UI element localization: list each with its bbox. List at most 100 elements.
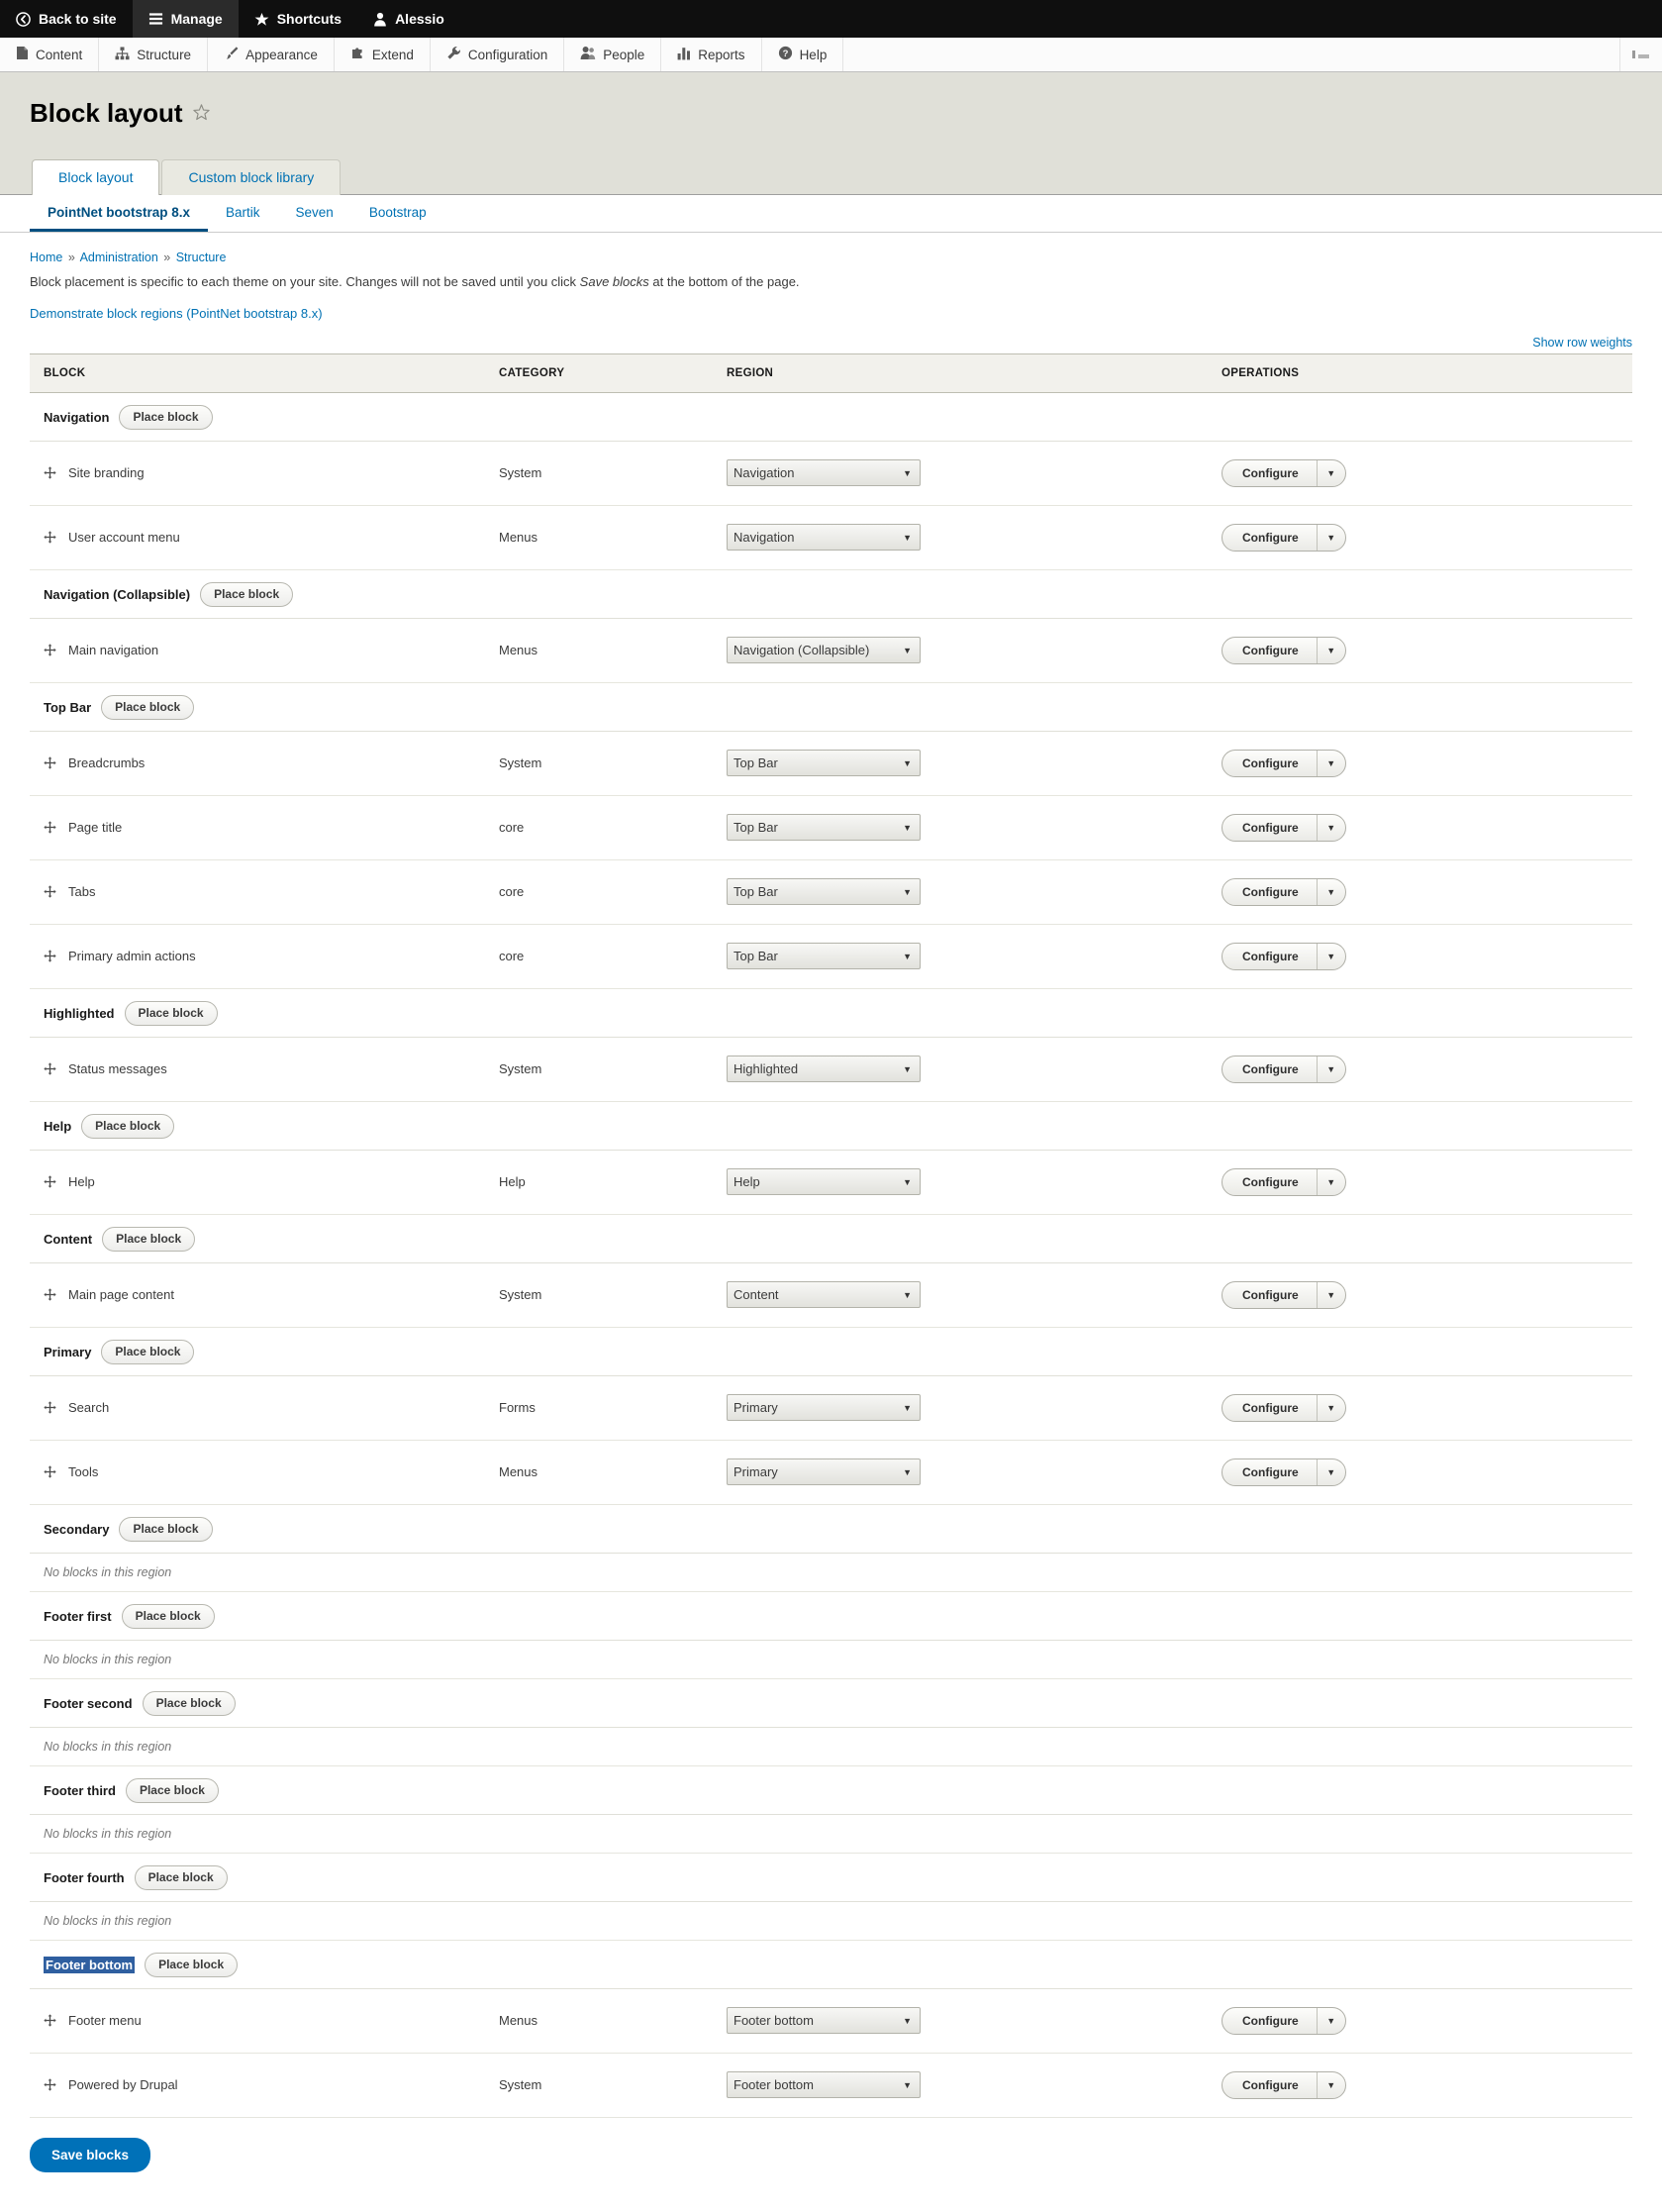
place-block-button[interactable]: Place block	[119, 404, 213, 430]
configure-button[interactable]: Configure	[1222, 2072, 1317, 2098]
chevron-down-icon[interactable]: ▼	[1316, 1458, 1345, 1485]
chevron-down-icon[interactable]: ▼	[1316, 524, 1345, 551]
chevron-down-icon[interactable]: ▼	[1316, 637, 1345, 663]
place-block-button[interactable]: Place block	[134, 1864, 228, 1890]
chevron-down-icon[interactable]: ▼	[1316, 2007, 1345, 2034]
show-row-weights-link[interactable]: Show row weights	[1532, 336, 1632, 350]
toolbar-tab-shortcuts[interactable]: Shortcuts	[239, 0, 357, 38]
region-select[interactable]: Primary	[727, 1458, 921, 1485]
tab-block-layout[interactable]: Block layout	[32, 159, 160, 195]
menu-item-content[interactable]: Content	[0, 38, 100, 71]
configure-button[interactable]: Configure	[1222, 1169, 1317, 1195]
region-select-wrapper: Navigation ▼	[727, 524, 921, 551]
region-select[interactable]: Top Bar	[727, 943, 921, 969]
configure-button[interactable]: Configure	[1222, 879, 1317, 905]
drag-handle-icon[interactable]	[44, 1288, 56, 1301]
toolbar-tab-back-to-site[interactable]: Back to site	[0, 0, 133, 38]
chevron-down-icon[interactable]: ▼	[1316, 878, 1345, 905]
configure-button[interactable]: Configure	[1222, 815, 1317, 841]
region-select[interactable]: Primary	[727, 1394, 921, 1421]
region-select[interactable]: Navigation (Collapsible)	[727, 637, 921, 663]
demonstrate-block-regions-link[interactable]: Demonstrate block regions (PointNet boot…	[30, 306, 323, 321]
drag-handle-icon[interactable]	[44, 644, 56, 656]
chevron-down-icon[interactable]: ▼	[1316, 1281, 1345, 1308]
drag-handle-icon[interactable]	[44, 2014, 56, 2027]
region-label: Footer bottom	[44, 1956, 136, 1973]
toolbar-tab-manage[interactable]: Manage	[132, 0, 239, 38]
region-select-wrapper: Highlighted ▼	[727, 1056, 921, 1082]
place-block-button[interactable]: Place block	[142, 1690, 236, 1716]
chevron-down-icon[interactable]: ▼	[1316, 750, 1345, 776]
drag-handle-icon[interactable]	[44, 1062, 56, 1075]
region-select[interactable]: Top Bar	[727, 814, 921, 841]
place-block-button[interactable]: Place block	[101, 694, 195, 720]
configure-button[interactable]: Configure	[1222, 944, 1317, 969]
configure-button[interactable]: Configure	[1222, 1282, 1317, 1308]
drag-handle-icon[interactable]	[44, 885, 56, 898]
region-select[interactable]: Footer bottom	[727, 2071, 921, 2098]
toolbar-tab-user[interactable]: Alessio	[357, 0, 460, 38]
chevron-down-icon[interactable]: ▼	[1316, 459, 1345, 486]
save-blocks-button[interactable]: Save blocks	[30, 2137, 151, 2172]
chevron-down-icon[interactable]: ▼	[1316, 2071, 1345, 2098]
configure-button[interactable]: Configure	[1222, 525, 1317, 551]
region-select[interactable]: Top Bar	[727, 878, 921, 905]
drag-handle-icon[interactable]	[44, 1401, 56, 1414]
place-block-button[interactable]: Place block	[200, 581, 294, 607]
drag-handle-icon[interactable]	[44, 950, 56, 962]
configure-button[interactable]: Configure	[1222, 1459, 1317, 1485]
configure-button[interactable]: Configure	[1222, 1056, 1317, 1082]
configure-button[interactable]: Configure	[1222, 751, 1317, 776]
configure-button[interactable]: Configure	[1222, 1395, 1317, 1421]
theme-tab-seven[interactable]: Seven	[278, 195, 351, 232]
theme-tab-bootstrap[interactable]: Bootstrap	[351, 195, 444, 232]
region-select[interactable]: Highlighted	[727, 1056, 921, 1082]
chevron-down-icon[interactable]: ▼	[1316, 1056, 1345, 1082]
operations-dropbutton: Configure ▼	[1222, 523, 1346, 552]
configure-button[interactable]: Configure	[1222, 460, 1317, 486]
place-block-button[interactable]: Place block	[102, 1226, 196, 1252]
drag-handle-icon[interactable]	[44, 756, 56, 769]
menu-item-configuration[interactable]: Configuration	[431, 38, 565, 71]
chevron-down-icon[interactable]: ▼	[1316, 1394, 1345, 1421]
drag-handle-icon[interactable]	[44, 531, 56, 544]
place-block-button[interactable]: Place block	[125, 1777, 219, 1803]
block-label: Help	[44, 1174, 499, 1189]
menu-item-structure[interactable]: Structure	[99, 38, 209, 71]
menu-item-appearance[interactable]: Appearance	[208, 38, 335, 71]
place-block-button[interactable]: Place block	[145, 1952, 239, 1977]
tray-orientation-icon[interactable]	[1620, 38, 1662, 71]
place-block-button[interactable]: Place block	[119, 1516, 213, 1542]
menu-item-extend[interactable]: Extend	[335, 38, 431, 71]
place-block-button[interactable]: Place block	[121, 1603, 215, 1629]
drag-handle-icon[interactable]	[44, 1175, 56, 1188]
theme-tab-bartik[interactable]: Bartik	[208, 195, 278, 232]
region-select[interactable]: Help	[727, 1168, 921, 1195]
place-block-button[interactable]: Place block	[81, 1113, 175, 1139]
breadcrumb-item-structure[interactable]: Structure	[176, 251, 227, 264]
chevron-down-icon[interactable]: ▼	[1316, 943, 1345, 969]
drag-handle-icon[interactable]	[44, 821, 56, 834]
menu-item-people[interactable]: People	[564, 38, 662, 71]
tab-custom-block-library[interactable]: Custom block library	[161, 159, 342, 195]
region-select[interactable]: Navigation	[727, 524, 921, 551]
place-block-button[interactable]: Place block	[101, 1339, 195, 1364]
drag-handle-icon[interactable]	[44, 1465, 56, 1478]
configure-button[interactable]: Configure	[1222, 2008, 1317, 2034]
drag-handle-icon[interactable]	[44, 2078, 56, 2091]
chevron-down-icon[interactable]: ▼	[1316, 1168, 1345, 1195]
drag-handle-icon[interactable]	[44, 466, 56, 479]
breadcrumb-item-home[interactable]: Home	[30, 251, 62, 264]
place-block-button[interactable]: Place block	[124, 1000, 218, 1026]
menu-item-help[interactable]: ? Help	[762, 38, 844, 71]
breadcrumb-item-administration[interactable]: Administration	[80, 251, 158, 264]
region-select[interactable]: Footer bottom	[727, 2007, 921, 2034]
theme-tab-pointnet-bootstrap[interactable]: PointNet bootstrap 8.x	[30, 195, 209, 232]
chevron-down-icon[interactable]: ▼	[1316, 814, 1345, 841]
favorite-star-icon[interactable]	[192, 98, 211, 129]
region-select[interactable]: Content	[727, 1281, 921, 1308]
configure-button[interactable]: Configure	[1222, 638, 1317, 663]
region-select[interactable]: Navigation	[727, 459, 921, 486]
region-select[interactable]: Top Bar	[727, 750, 921, 776]
menu-item-reports[interactable]: Reports	[661, 38, 762, 71]
